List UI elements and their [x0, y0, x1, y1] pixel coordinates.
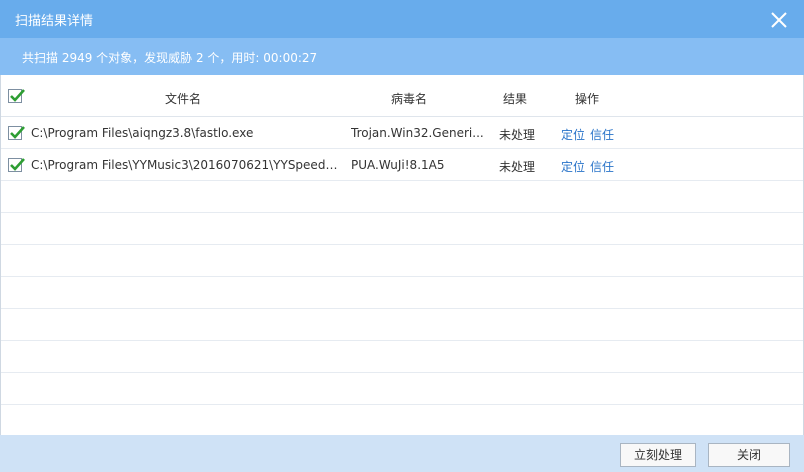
empty-row [1, 181, 803, 213]
virus-name: Trojan.Win32.Generi... [351, 126, 484, 140]
dialog-footer: 立刻处理 关闭 [0, 435, 804, 472]
process-now-button[interactable]: 立刻处理 [620, 443, 696, 467]
row-checkbox[interactable] [8, 158, 25, 172]
virus-name: PUA.WuJi!8.1A5 [351, 158, 445, 172]
checkmark-icon [10, 89, 25, 102]
scan-summary-text: 共扫描 2949 个对象，发现威胁 2 个，用时: 00:00:27 [22, 51, 318, 65]
title-bar: 扫描结果详情 [0, 0, 804, 38]
results-table: 文件名 病毒名 结果 操作 C:\Program Files\aiqngz3.8… [0, 75, 804, 435]
column-header-result[interactable]: 结果 [503, 90, 527, 107]
table-row[interactable]: C:\Program Files\YYMusic3\2016070621\YYS… [1, 149, 803, 181]
locate-link[interactable]: 定位 [561, 158, 585, 175]
trust-link[interactable]: 信任 [590, 126, 614, 143]
select-all-checkbox[interactable] [8, 89, 25, 103]
table-row[interactable]: C:\Program Files\aiqngz3.8\fastlo.exe Tr… [1, 117, 803, 149]
window-title: 扫描结果详情 [15, 14, 94, 29]
close-icon[interactable] [770, 11, 788, 29]
checkmark-icon [10, 126, 25, 139]
empty-row [1, 373, 803, 405]
column-header-action: 操作 [575, 92, 600, 106]
checkmark-icon [10, 158, 25, 171]
empty-row [1, 277, 803, 309]
scan-result: 未处理 [499, 160, 536, 174]
file-path: C:\Program Files\aiqngz3.8\fastlo.exe [31, 126, 254, 140]
row-checkbox[interactable] [8, 126, 25, 140]
column-header-file[interactable]: 文件名 [165, 90, 201, 107]
column-header-virus[interactable]: 病毒名 [391, 90, 427, 107]
empty-row [1, 245, 803, 277]
trust-link[interactable]: 信任 [590, 158, 614, 175]
locate-link[interactable]: 定位 [561, 126, 585, 143]
scan-summary-bar: 共扫描 2949 个对象，发现威胁 2 个，用时: 00:00:27 [0, 38, 804, 75]
empty-row [1, 213, 803, 245]
scan-result: 未处理 [499, 128, 536, 142]
empty-row [1, 341, 803, 373]
empty-row [1, 309, 803, 341]
file-path: C:\Program Files\YYMusic3\2016070621\YYS… [31, 158, 343, 172]
close-button[interactable]: 关闭 [708, 443, 790, 467]
table-header: 文件名 病毒名 结果 操作 [1, 75, 803, 117]
